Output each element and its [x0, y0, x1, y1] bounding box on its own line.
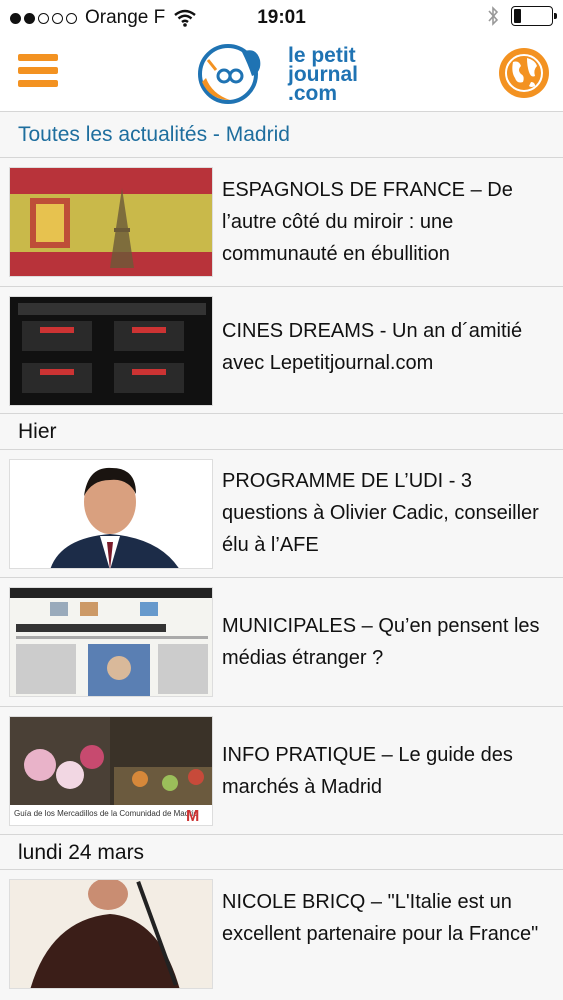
- article-title: PROGRAMME DE L’UDI - 3 questions à Olivi…: [222, 470, 539, 556]
- bluetooth-icon: [488, 6, 499, 26]
- article-title: ESPAGNOLS DE FRANCE – De l’autre côté du…: [222, 179, 513, 265]
- article-item[interactable]: PROGRAMME DE L’UDI - 3 questions à Olivi…: [0, 450, 563, 578]
- status-bar: Orange F 19:01: [0, 0, 563, 36]
- menu-button[interactable]: [18, 54, 58, 92]
- hamburger-icon: [18, 54, 58, 61]
- market-logo: M: [186, 808, 199, 825]
- article-thumbnail: [9, 879, 213, 989]
- article-thumbnail: [9, 296, 213, 406]
- article-title: MUNICIPALES – Qu’en pensent les médias é…: [222, 615, 540, 669]
- article-thumbnail: Guía de los Mercadillos de la Comunidad …: [9, 716, 213, 826]
- article-title: INFO PRATIQUE – Le guide des marchés à M…: [222, 744, 513, 798]
- battery-icon: [511, 6, 557, 26]
- article-item[interactable]: ESPAGNOLS DE FRANCE – De l’autre côté du…: [0, 158, 563, 287]
- article-title: NICOLE BRICQ – "L'Italie est un excellen…: [222, 891, 539, 945]
- logo-mascot-icon: [198, 44, 261, 104]
- section-header: Toutes les actualités - Madrid: [0, 112, 563, 158]
- date-separator-label: Hier: [18, 420, 57, 443]
- article-title: CINES DREAMS - Un an d´amitié avec Lepet…: [222, 320, 523, 374]
- globe-icon: [505, 54, 543, 92]
- article-item[interactable]: Guía de los Mercadillos de la Comunidad …: [0, 707, 563, 835]
- article-item[interactable]: MUNICIPALES – Qu’en pensent les médias é…: [0, 578, 563, 707]
- article-thumbnail: [9, 167, 213, 277]
- date-separator: Hier: [0, 414, 563, 450]
- date-separator: lundi 24 mars: [0, 835, 563, 870]
- date-separator-label: lundi 24 mars: [18, 841, 145, 864]
- article-item[interactable]: CINES DREAMS - Un an d´amitié avec Lepet…: [0, 287, 563, 414]
- edition-selector-button[interactable]: [499, 48, 549, 98]
- site-logo[interactable]: le petit journal .com: [190, 42, 380, 106]
- clock: 19:01: [257, 7, 306, 28]
- thumbnail-caption: Guía de los Mercadillos de la Comunidad …: [14, 809, 198, 818]
- logo-text-line3: .com: [288, 82, 338, 105]
- article-thumbnail: [9, 587, 213, 697]
- app-header: le petit journal .com: [0, 36, 563, 112]
- article-item[interactable]: NICOLE BRICQ – "L'Italie est un excellen…: [0, 870, 563, 1000]
- article-thumbnail: [9, 459, 213, 569]
- section-title: Toutes les actualités - Madrid: [18, 123, 290, 146]
